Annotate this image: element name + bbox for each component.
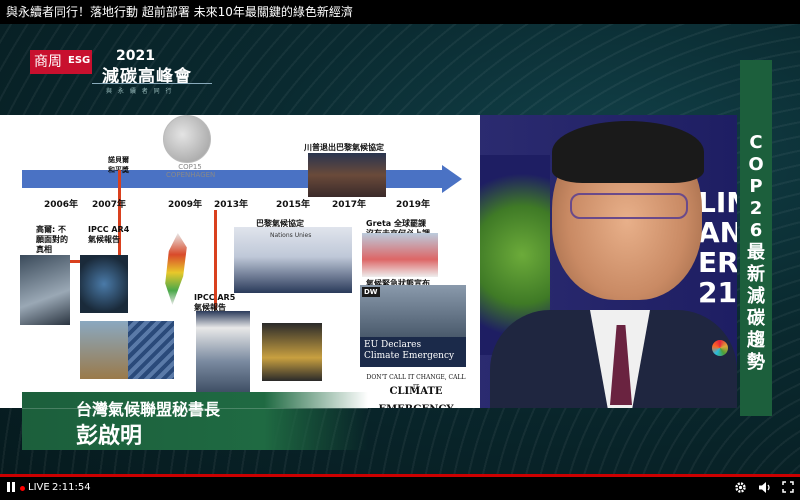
sidebar-char: 2 [749,198,763,219]
sidebar-char: 新 [747,264,765,285]
speaker-role: 台灣氣候聯盟秘書長 [76,400,221,419]
ar5-report-cover [196,311,250,395]
cop15-label: COP15 COPENHAGEN [166,163,216,179]
elapsed-time: 2:11:54 [52,482,91,493]
sidebar-char: 最 [747,242,765,263]
speaker-glasses [570,193,688,219]
backdrop-text-3: ERE [698,246,737,279]
solar-panels-photo [128,321,174,379]
drought-photo [80,321,128,379]
dont-call-it-text: DON'T CALL IT CHANGE, CALL IT [366,374,466,391]
sidebar-char: 碳 [747,308,765,329]
live-indicator-dot [20,486,25,491]
logo-esg: ESG [68,55,91,66]
player-controls: LIVE 2:11:54 [0,474,800,500]
sidebar-char: 勢 [747,352,765,373]
sidebar-char: 趨 [747,330,765,351]
gear-icon[interactable] [734,481,747,498]
ar4-label: IPCC AR4 氣候報告 [88,225,130,244]
sdg-pin-icon [712,340,728,356]
trump-photo [308,153,386,197]
year-2009: 2009年 [168,200,203,210]
sidebar-char: O [748,154,764,175]
backdrop-text-4: 21 [698,276,737,309]
cop15-line2: COPENHAGEN [166,171,216,179]
cop26-sidebar: C O P 2 6 最 新 減 碳 趨 勢 [740,60,772,416]
speaker-video: LIMA ANGE ERE 21 [480,115,737,408]
sidebar-char: 減 [747,286,765,307]
year-2015: 2015年 [276,200,311,210]
pause-icon[interactable] [6,481,16,493]
ar4-report-cover [80,255,128,313]
speaker-name: 彭啟明 [76,424,143,449]
year-2007: 2007年 [92,200,127,210]
backdrop-text-2: ANGE [698,216,737,249]
un-banner-text: Nations Unies [270,232,312,239]
gore-book-cover [20,255,70,325]
logo-divider [92,83,212,84]
taiwan-heat-map [165,233,187,305]
greta-strike-photo [362,233,438,277]
sidebar-char: P [749,176,763,197]
year-2017: 2017年 [332,200,367,210]
year-2013: 2013年 [214,200,249,210]
dicaprio-photo [262,323,322,381]
window-title: 與永續者同行！落地行動 超前部署 未來10年最關鍵的綠色新經濟 [0,0,800,24]
progress-bar[interactable] [0,474,800,477]
globe-icon [163,115,211,163]
cop15-line1: COP15 [178,163,202,171]
ar5-label: IPCC AR5 氣候報告 [194,293,236,312]
volume-icon[interactable] [758,481,772,498]
timeline-arrow-head [442,165,462,193]
sidebar-char: C [749,132,763,153]
sidebar-char: 6 [749,220,763,241]
eu-declares-caption: EU Declares Climate Emergency [360,337,466,367]
backdrop-text-1: LIMA [698,186,737,219]
broadcast-stage: 商周 ESG 2021 減碳高峰會 與 永 續 者 同 行 COP15 COPE… [0,24,800,474]
year-2006: 2006年 [44,200,79,210]
presentation-slide: COP15 COPENHAGEN 諾貝爾 和平獎 2006年 2007年 200… [0,115,480,408]
fullscreen-icon[interactable] [782,481,794,497]
event-logo: 商周 ESG 2021 減碳高峰會 與 永 續 者 同 行 [30,48,220,100]
trump-label: 川普退出巴黎氣候協定 [304,143,384,152]
climate-emergency-text: CLIMATE EMERGENCY [378,386,453,408]
logo-subtitle: 與 永 續 者 同 行 [106,88,174,95]
live-label: LIVE [28,482,50,493]
dw-logo: DW [362,287,380,297]
gore-label: 高爾: 不 願面對的 真相 [36,225,68,254]
year-2019: 2019年 [396,200,431,210]
speaker-hair [552,121,704,183]
